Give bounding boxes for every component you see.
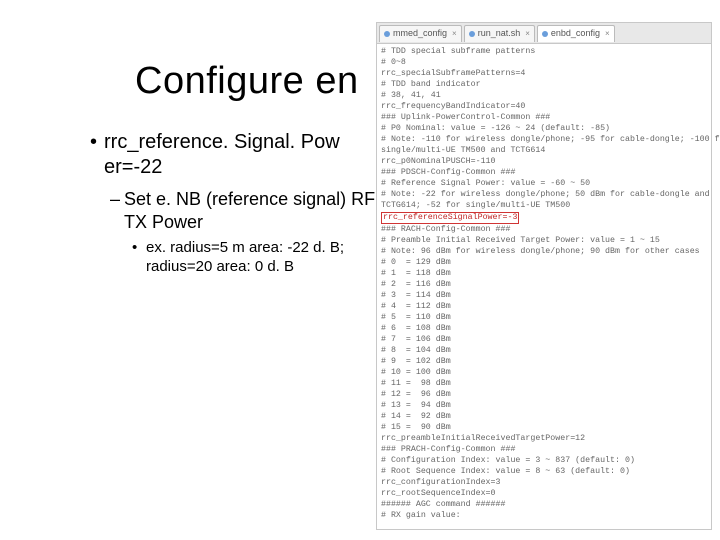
code-line: ### Uplink-PowerControl-Common ### — [381, 112, 707, 123]
code-line: rrc_configurationIndex=3 — [381, 477, 707, 488]
code-line: # 3 = 114 dBm — [381, 290, 707, 301]
code-line: ###### AGC command ###### — [381, 499, 707, 510]
code-line: # 6 = 108 dBm — [381, 323, 707, 334]
code-line: # 11 = 98 dBm — [381, 378, 707, 389]
bullet-mark: • — [132, 239, 146, 277]
tab-mmed-config[interactable]: mmed_config × — [379, 25, 462, 42]
code-line: # 38, 41, 41 — [381, 90, 707, 101]
code-line: # 15 = 90 dBm — [381, 422, 707, 433]
code-line: # Note: -110 for wireless dongle/phone; … — [381, 134, 707, 145]
code-line: rrc_p0NominalPUSCH=-110 — [381, 156, 707, 167]
code-line: ### RACH-Config-Common ### — [381, 224, 707, 235]
code-line: TCTG614; -52 for single/multi-UE TM500 — [381, 200, 707, 211]
code-line: # RX gain value: — [381, 510, 707, 521]
code-line: single/multi-UE TM500 and TCTG614 — [381, 145, 707, 156]
tab-enbd-config[interactable]: enbd_config × — [537, 25, 615, 42]
code-line: # 9 = 102 dBm — [381, 356, 707, 367]
code-line: # 13 = 94 dBm — [381, 400, 707, 411]
file-icon — [384, 31, 390, 37]
code-line: rrc_specialSubframePatterns=4 — [381, 68, 707, 79]
code-line: ### PDSCH-Config-Common ### — [381, 167, 707, 178]
close-icon[interactable]: × — [525, 28, 530, 39]
editor-panel: mmed_config × run_nat.sh × enbd_config ×… — [376, 22, 712, 530]
code-line: rrc_rootSequenceIndex=0 — [381, 488, 707, 499]
code-line: # Root Sequence Index: value = 8 ~ 63 (d… — [381, 466, 707, 477]
code-line: # 8 = 104 dBm — [381, 345, 707, 356]
bullet-mark: • — [90, 130, 104, 180]
code-line: # 10 = 100 dBm — [381, 367, 707, 378]
file-icon — [542, 31, 548, 37]
bullet-list: • rrc_reference. Signal. Pow er=-22 – Se… — [90, 130, 380, 277]
code-line: # TDD special subframe patterns — [381, 46, 707, 57]
code-line: # 0~8 — [381, 57, 707, 68]
tab-bar: mmed_config × run_nat.sh × enbd_config × — [377, 23, 711, 44]
tab-label: enbd_config — [551, 28, 600, 39]
code-line: # Note: -22 for wireless dongle/phone; 5… — [381, 189, 707, 200]
page-title: Configure en — [135, 60, 359, 103]
code-line: # P0 Nominal: value = -126 ~ 24 (default… — [381, 123, 707, 134]
tab-run-nat[interactable]: run_nat.sh × — [464, 25, 535, 42]
close-icon[interactable]: × — [605, 28, 610, 39]
code-line: # 14 = 92 dBm — [381, 411, 707, 422]
code-area[interactable]: # TDD special subframe patterns# 0~8rrc_… — [377, 44, 711, 523]
code-line: # 5 = 110 dBm — [381, 312, 707, 323]
bullet-level3: ex. radius=5 m area: -22 d. B; radius=20… — [146, 239, 380, 277]
code-line: # 0 = 129 dBm — [381, 257, 707, 268]
bullet-level1: rrc_reference. Signal. Pow er=-22 — [104, 130, 380, 180]
code-line: # Preamble Initial Received Target Power… — [381, 235, 707, 246]
code-line: # 12 = 96 dBm — [381, 389, 707, 400]
code-line: # 7 = 106 dBm — [381, 334, 707, 345]
close-icon[interactable]: × — [452, 28, 457, 39]
tab-label: run_nat.sh — [478, 28, 521, 39]
tab-label: mmed_config — [393, 28, 447, 39]
code-line: rrc_frequencyBandIndicator=40 — [381, 101, 707, 112]
code-line: # Configuration Index: value = 3 ~ 837 (… — [381, 455, 707, 466]
file-icon — [469, 31, 475, 37]
code-line: # 1 = 118 dBm — [381, 268, 707, 279]
code-line: # Note: 96 dBm for wireless dongle/phone… — [381, 246, 707, 257]
code-line: # 2 = 116 dBm — [381, 279, 707, 290]
highlighted-line: rrc_referenceSignalPower=-3 — [381, 211, 707, 224]
code-line: rrc_preambleInitialReceivedTargetPower=1… — [381, 433, 707, 444]
bullet-level2: Set e. NB (reference signal) RF TX Power — [124, 188, 380, 233]
code-line: # 4 = 112 dBm — [381, 301, 707, 312]
code-line: # Reference Signal Power: value = -60 ~ … — [381, 178, 707, 189]
code-line: # TDD band indicator — [381, 79, 707, 90]
bullet-dash: – — [110, 188, 124, 233]
code-line: ### PRACH-Config-Common ### — [381, 444, 707, 455]
